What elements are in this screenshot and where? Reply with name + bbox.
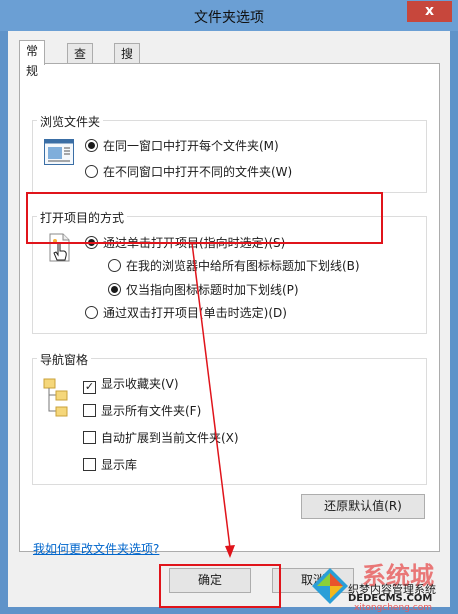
watermark: 系统城 织梦内容管理系统 DEDECMS.COM xitongcheng.com <box>306 559 458 614</box>
windows-logo-icon <box>312 568 348 604</box>
annotation-arrow <box>191 242 235 558</box>
tab-general[interactable]: 常规 <box>19 40 46 78</box>
watermark-line3: xitongcheng.com <box>354 603 432 613</box>
